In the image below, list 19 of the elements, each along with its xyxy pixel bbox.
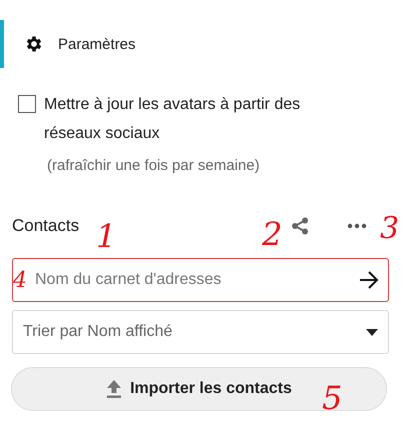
sort-select[interactable]: Trier par Nom affiché (12, 310, 389, 354)
share-icon (291, 217, 309, 235)
more-icon (347, 223, 367, 229)
caret-icon (366, 328, 378, 336)
annotation-number: 3 (380, 214, 400, 244)
section-title: Contacts (12, 216, 80, 236)
annotation-number: 4 (13, 270, 27, 292)
upload-icon (106, 380, 122, 398)
more-button[interactable] (345, 221, 369, 231)
checkbox[interactable] (18, 95, 36, 113)
gear-icon (24, 34, 44, 54)
annotation-number: 5 (322, 382, 342, 414)
arrow-right-icon[interactable] (359, 271, 379, 289)
annotation-number: 2 (262, 218, 282, 250)
hint-text: (rafraîchir une fois par semaine) (46, 156, 261, 174)
annotation-number: 1 (96, 220, 116, 252)
settings-tab[interactable]: Paramètres (0, 20, 405, 68)
share-button[interactable] (289, 215, 311, 237)
checkbox-label: Mettre à jour les avatars à partir des réseaux sociaux (44, 95, 302, 144)
